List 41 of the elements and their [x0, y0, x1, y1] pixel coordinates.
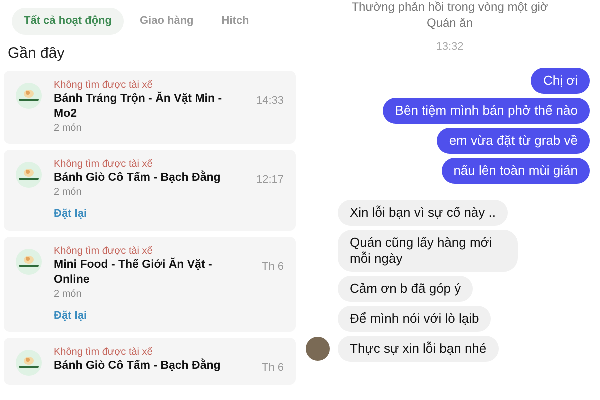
order-time: Th 6	[262, 260, 284, 274]
food-logo-icon	[16, 162, 42, 188]
sent-message-bubble: Chị ơi	[531, 68, 590, 94]
food-logo-icon	[16, 350, 42, 376]
received-message-bubble: Quán cũng lấy hàng mới mỗi ngày	[338, 230, 518, 272]
order-time: 12:17	[256, 173, 284, 188]
received-message-bubble: Thực sự xin lỗi bạn nhé	[338, 336, 499, 362]
item-count: 2 món	[54, 186, 83, 200]
tab[interactable]: Hitch	[210, 8, 262, 34]
order-card[interactable]: Không tìm được tài xế Bánh Giò Cô Tấm - Bạch Đằng Th 6	[4, 338, 296, 384]
response-note: Thường phản hồi trong vòng một giờ	[352, 0, 548, 15]
received-message-bubble: Cảm ơn b đã góp ý	[338, 276, 474, 302]
tab[interactable]: Tất cả hoạt động	[12, 8, 124, 34]
food-logo-icon	[16, 248, 42, 274]
item-count: 2 món	[54, 122, 83, 136]
restaurant-name: Mini Food - Thế Giới Ăn Vặt - Online	[54, 258, 214, 288]
received-message-bubble: Xin lỗi bạn vì sự cố này ..	[338, 200, 508, 226]
reorder-link[interactable]: Đặt lại	[54, 206, 88, 222]
reorder-link[interactable]: Đặt lại	[54, 308, 88, 324]
contact-name: Quán ăn	[426, 15, 474, 31]
item-count: 2 món	[54, 288, 83, 302]
order-card[interactable]: Không tìm được tài xế Bánh Giò Cô Tấm - Bạch Đằng 2 món Đặt lại 12:17	[4, 150, 296, 230]
order-card[interactable]: Không tìm được tài xế Mini Food - Thế Giới Ăn Vặt - Online 2 món Đặt lại Th 6	[4, 236, 296, 332]
restaurant-name: Bánh Tráng Trộn - Ăn Vặt Min - Mo2	[54, 92, 224, 122]
sent-message-bubble: Bên tiệm mình bán phở thế nào	[383, 98, 590, 124]
order-status: Không tìm được tài xế	[54, 158, 154, 171]
tab[interactable]: Giao hàng	[128, 8, 206, 34]
food-logo-icon	[16, 83, 42, 109]
restaurant-name: Bánh Giò Cô Tấm - Bạch Đằng	[54, 359, 222, 374]
message-timestamp: 13:32	[436, 40, 464, 55]
restaurant-name: Bánh Giò Cô Tấm - Bạch Đằng	[54, 171, 222, 186]
sent-message-bubble: nấu lên toàn mùi gián	[442, 158, 590, 184]
order-status: Không tìm được tài xế	[54, 79, 154, 92]
order-time: 14:33	[256, 94, 284, 109]
order-status: Không tìm được tài xế	[54, 244, 154, 258]
received-message-bubble: Để mình nói với lò lạib	[338, 306, 492, 332]
order-time: Th 6	[262, 361, 284, 376]
order-status: Không tìm được tài xế	[54, 346, 154, 359]
sent-message-bubble: em vừa đặt từ grab về	[437, 128, 590, 154]
order-card[interactable]: Không tìm được tài xế Bánh Tráng Trộn - Ăn Vặt Min - Mo2 2 món 14:33	[4, 71, 296, 144]
section-title: Gần đây	[7, 44, 66, 64]
